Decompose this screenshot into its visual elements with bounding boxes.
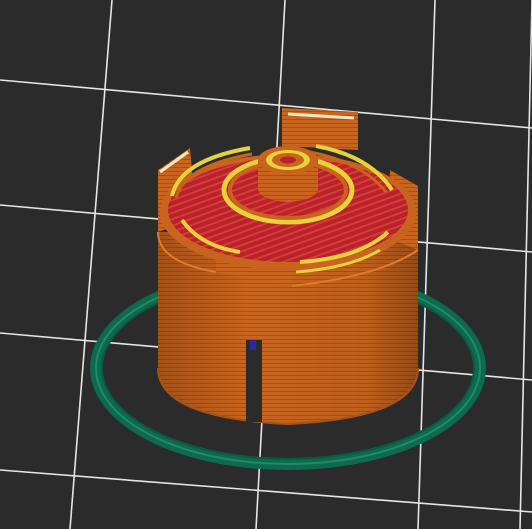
3d-viewport[interactable] bbox=[0, 0, 532, 529]
print-model[interactable] bbox=[157, 108, 419, 426]
wall-slot bbox=[246, 340, 262, 422]
scene-canvas[interactable] bbox=[0, 0, 532, 529]
